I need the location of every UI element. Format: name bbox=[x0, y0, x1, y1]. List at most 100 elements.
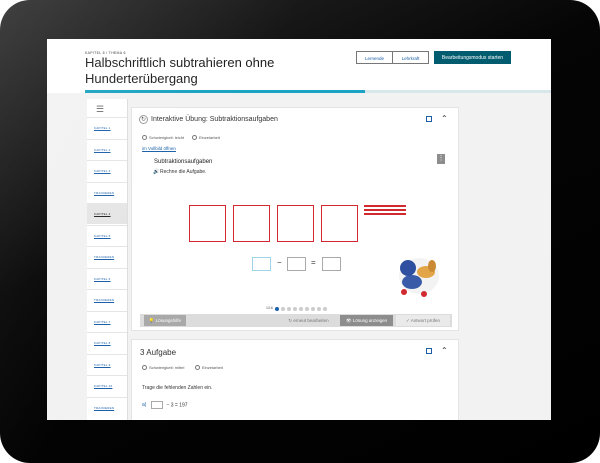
answer-input-result[interactable] bbox=[322, 257, 341, 271]
show-solution-label: Lösung anzeigen bbox=[352, 318, 388, 323]
mascot-illustration bbox=[399, 258, 439, 297]
show-solution-button[interactable]: 👁 Lösung anzeigen bbox=[340, 315, 393, 326]
difficulty-icon bbox=[142, 135, 147, 141]
tens-stroke bbox=[364, 205, 406, 207]
sidebar-item-label: KAPITEL 3 bbox=[94, 169, 111, 173]
minus-sign: − bbox=[277, 258, 282, 267]
pager-count: 1/16 bbox=[266, 306, 273, 310]
difficulty-text: Schwierigkeit: leicht bbox=[149, 135, 185, 140]
exercise-icon: ↻ bbox=[139, 115, 148, 124]
sidebar-item[interactable]: TRAINIEREN bbox=[87, 396, 127, 418]
person-icon bbox=[192, 135, 197, 141]
equals-sign: = bbox=[311, 258, 316, 267]
exercise-title: Interaktive Übung: Subtraktionsaufgaben bbox=[151, 116, 278, 123]
more-options-icon[interactable]: ⋮ bbox=[437, 154, 445, 164]
main-content: ☰ KAPITEL 1 KAPITEL 2 KAPITEL 3 TRAINIEREN K… bbox=[47, 93, 551, 420]
sidebar-item-label: TRAINIEREN bbox=[94, 255, 115, 259]
answer-input-minuend[interactable] bbox=[252, 257, 271, 271]
task-blank-input[interactable] bbox=[151, 401, 164, 409]
hundreds-box bbox=[321, 205, 358, 242]
speaker-icon[interactable]: 🔊 bbox=[153, 169, 159, 175]
sidebar-item-label: KAPITEL 9 bbox=[94, 362, 111, 367]
exercise-toolbar: 💡 Lösungshilfe ↻ erneut bearbeiten 👁 Lös… bbox=[140, 314, 452, 327]
difficulty-icon bbox=[142, 365, 147, 371]
check-answer-button[interactable]: ✓ Antwort prüfen bbox=[396, 315, 450, 326]
task-item: a) − 3 = 197 bbox=[142, 401, 188, 409]
hint-button[interactable]: 💡 Lösungshilfe bbox=[144, 315, 186, 326]
chevron-up-icon[interactable]: ⌃ bbox=[441, 114, 448, 123]
sidebar-item-label: KAPITEL 6 bbox=[94, 276, 111, 281]
page-title: Halbschriftlich subtrahieren ohne Hunder… bbox=[85, 55, 275, 86]
hundreds-box bbox=[277, 205, 314, 242]
sidebar-item[interactable]: KAPITEL 9 bbox=[87, 353, 127, 375]
sidebar-item-label: KAPITEL 2 bbox=[94, 147, 111, 152]
sidebar-item-label: KAPITEL 5 bbox=[94, 233, 111, 238]
sidebar-item-label: KAPITEL 4 bbox=[94, 212, 111, 216]
exercise-pager: 1/16 bbox=[266, 306, 366, 312]
task-item-expression: − 3 = 197 bbox=[166, 402, 188, 409]
answer-input-subtrahend[interactable] bbox=[287, 257, 306, 271]
hundreds-box bbox=[189, 205, 226, 242]
difficulty-text: Schwierigkeit: mittel bbox=[149, 365, 185, 370]
difficulty-label: Schwierigkeit: mittel bbox=[142, 365, 185, 371]
sidebar-item[interactable]: TRAINIEREN bbox=[87, 289, 127, 310]
task-item-label: a) bbox=[142, 402, 147, 409]
sidebar-item-label: KAPITEL 8 bbox=[94, 341, 111, 345]
sidebar-item-label: KAPITEL 7 bbox=[94, 319, 111, 324]
book-icon[interactable] bbox=[426, 348, 432, 354]
sidebar-item[interactable]: KAPITEL 7 bbox=[87, 310, 127, 332]
sidebar-item[interactable]: KAPITEL 3 bbox=[87, 160, 127, 181]
check-answer-label: Antwort prüfen bbox=[410, 318, 441, 323]
pager-dot[interactable] bbox=[293, 307, 297, 311]
tablet-device: KAPITEL 6 / THEMA 6 Halbschriftlich subt… bbox=[0, 0, 600, 463]
lehrkraft-button[interactable]: Lehrkraft bbox=[392, 51, 429, 64]
sidebar-item[interactable]: KAPITEL 6 bbox=[87, 267, 127, 289]
tens-stroke bbox=[364, 209, 406, 211]
exercise-card: ↻ Interaktive Übung: Subtraktionsaufgabe… bbox=[131, 107, 459, 331]
pager-dot[interactable] bbox=[323, 307, 327, 311]
lernende-button[interactable]: Lernende bbox=[356, 51, 393, 64]
person-icon bbox=[195, 365, 200, 371]
retry-label: erneut bearbeiten bbox=[293, 318, 329, 323]
sidebar-item-label: KAPITEL 10 bbox=[94, 384, 113, 388]
mode-text: Einzelarbeit bbox=[199, 135, 220, 140]
sidebar-item[interactable]: KAPITEL 10 bbox=[87, 375, 127, 396]
chevron-up-icon[interactable]: ⌃ bbox=[441, 346, 448, 355]
start-edit-mode-button[interactable]: Bearbeitungsmodus starten bbox=[434, 51, 511, 64]
exercise-subtitle: Subtraktionsaufgaben bbox=[154, 159, 213, 165]
pager-dot[interactable] bbox=[311, 307, 315, 311]
menu-icon[interactable]: ☰ bbox=[96, 105, 108, 114]
header: KAPITEL 6 / THEMA 6 Halbschriftlich subt… bbox=[47, 39, 551, 90]
sidebar-item[interactable]: KAPITEL 1 bbox=[87, 117, 127, 138]
book-icon[interactable] bbox=[426, 116, 432, 122]
sidebar-item[interactable]: KAPITEL 5 bbox=[87, 224, 127, 246]
pager-dot[interactable] bbox=[299, 307, 303, 311]
sidebar-item-label: TRAINIEREN bbox=[94, 190, 115, 195]
pager-dot[interactable] bbox=[317, 307, 321, 311]
pager-dot[interactable] bbox=[275, 307, 279, 311]
fullscreen-link[interactable]: im Vollbild öffnen bbox=[142, 146, 176, 151]
retry-button[interactable]: ↻ erneut bearbeiten bbox=[280, 315, 337, 326]
task-title: 3 Aufgabe bbox=[140, 348, 177, 357]
chapter-sidebar: ☰ KAPITEL 1 KAPITEL 2 KAPITEL 3 TRAINIEREN K… bbox=[87, 99, 128, 420]
mode-label: Einzelarbeit bbox=[192, 135, 220, 141]
sidebar-item-label: KAPITEL 1 bbox=[94, 126, 111, 130]
pager-dot[interactable] bbox=[287, 307, 291, 311]
task-card: 3 Aufgabe ⌃ Schwierigkeit: mittel Einzel… bbox=[131, 339, 459, 420]
difficulty-label: Schwierigkeit: leicht bbox=[142, 135, 185, 141]
mode-label: Einzelarbeit bbox=[195, 365, 223, 371]
sidebar-item[interactable]: KAPITEL 2 bbox=[87, 138, 127, 160]
hundreds-box bbox=[233, 205, 270, 242]
mode-text: Einzelarbeit bbox=[202, 365, 223, 370]
pager-dot[interactable] bbox=[305, 307, 309, 311]
tens-stroke bbox=[364, 213, 406, 215]
exercise-instruction: Rechne die Aufgabe. bbox=[160, 169, 207, 175]
sidebar-item-label: TRAINIEREN bbox=[94, 298, 115, 302]
sidebar-item-label: TRAINIEREN bbox=[94, 405, 115, 410]
sidebar-item[interactable]: KAPITEL 8 bbox=[87, 332, 127, 353]
pager-dot[interactable] bbox=[281, 307, 285, 311]
sidebar-item[interactable]: TRAINIEREN bbox=[87, 246, 127, 267]
sidebar-item[interactable]: TRAINIEREN bbox=[87, 181, 127, 203]
sidebar-item[interactable]: KAPITEL 4 bbox=[87, 203, 127, 224]
hint-label: Lösungshilfe bbox=[155, 318, 182, 323]
